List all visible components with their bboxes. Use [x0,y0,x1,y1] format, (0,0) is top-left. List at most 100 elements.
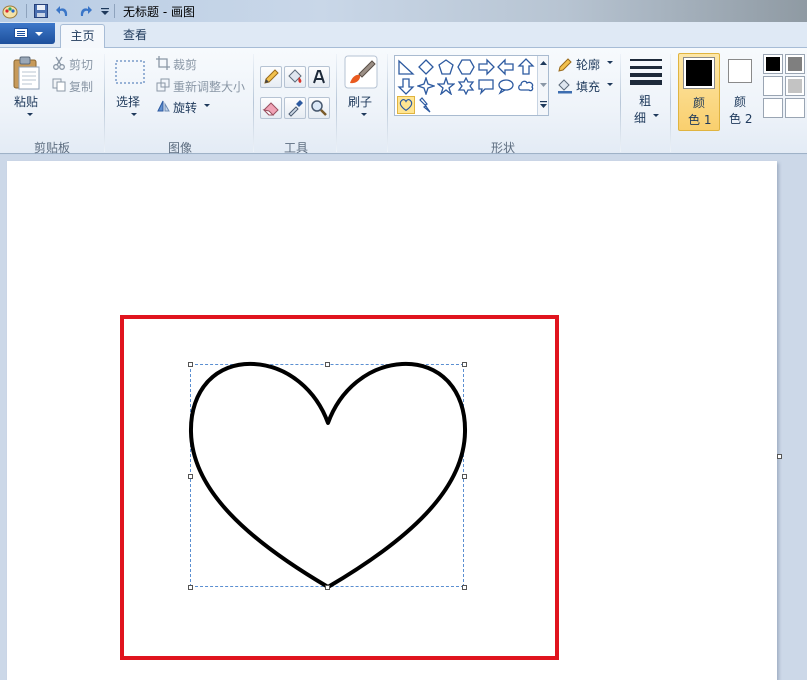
pencil-tool[interactable] [260,66,282,88]
tab-home[interactable]: 主页 [60,24,105,49]
resize-button[interactable]: 重新调整大小 [173,78,245,95]
palette-color[interactable] [763,54,783,74]
heart-shape[interactable] [188,360,468,592]
heart-shape-icon[interactable] [397,96,415,114]
fill-dropdown[interactable]: 填充 [576,78,600,95]
crop-icon[interactable] [156,56,170,70]
menu-icon [14,28,28,38]
crop-button[interactable]: 裁剪 [173,56,197,73]
select-button-label[interactable]: 选择 [116,93,140,110]
chevron-down-icon[interactable] [607,61,613,64]
selection-handle[interactable] [188,585,193,590]
redo-icon[interactable] [77,3,93,19]
rotate-icon[interactable] [156,99,170,113]
tab-view[interactable]: 查看 [112,24,158,49]
magnifier-tool[interactable] [308,97,330,119]
text-tool[interactable] [308,66,330,88]
divider [387,54,388,152]
eraser-tool[interactable] [260,97,282,119]
cloud-callout-icon[interactable] [517,77,535,95]
hexagon-icon[interactable] [457,58,475,76]
file-menu-button[interactable] [0,23,55,44]
paint-app-icon[interactable] [2,3,18,19]
right-arrow-icon[interactable] [477,58,495,76]
selection-handle[interactable] [325,362,330,367]
up-arrow-icon[interactable] [517,58,535,76]
copy-button[interactable]: 复制 [69,78,93,95]
color1-swatch-frame [683,57,715,89]
scissors-icon[interactable] [52,56,66,70]
pencil-icon [264,69,279,84]
size-label-2[interactable]: 细 [634,109,646,126]
oval-callout-icon[interactable] [497,77,515,95]
palette-color[interactable] [785,76,805,96]
down-arrow-icon[interactable] [397,77,415,95]
chevron-up-icon[interactable] [539,60,548,66]
outline-dropdown[interactable]: 轮廓 [576,56,600,73]
palette-color[interactable] [785,98,805,118]
left-arrow-icon[interactable] [497,58,515,76]
four-point-star-icon[interactable] [417,77,435,95]
diamond-icon[interactable] [417,58,435,76]
undo-icon[interactable] [55,3,71,19]
outline-pencil-icon[interactable] [557,57,573,73]
selection-handle[interactable] [462,585,467,590]
chevron-down-icon[interactable] [607,83,613,86]
divider [26,4,27,18]
right-triangle-icon[interactable] [397,58,415,76]
color2-swatch [731,62,749,80]
palette-color[interactable] [763,76,783,96]
chevron-down-icon[interactable] [539,82,548,88]
selection-handle[interactable] [188,474,193,479]
window-title: 无标题 - 画图 [123,5,195,19]
color-picker-tool[interactable] [284,97,306,119]
color1-swatch [686,60,712,86]
chevron-down-icon[interactable] [653,114,659,117]
divider [104,54,105,152]
pentagon-icon[interactable] [437,58,455,76]
save-icon[interactable] [33,3,49,19]
line-thickness-icon[interactable] [629,57,663,85]
group-label-image: 图像 [167,141,192,155]
palette-color[interactable] [785,54,805,74]
customize-toolbar-icon[interactable] [97,3,113,19]
expand-gallery-icon[interactable] [539,100,548,110]
selection-handle[interactable] [188,362,193,367]
color2-button[interactable]: 颜 色 2 [722,53,760,131]
color2-swatch-frame [728,59,752,83]
brush-icon[interactable] [344,55,378,89]
text-icon [313,70,325,84]
six-point-star-icon[interactable] [457,77,475,95]
divider [253,54,254,152]
eraser-icon [262,102,279,116]
resize-icon[interactable] [156,78,170,92]
color1-button[interactable]: 颜 色 1 [678,53,720,131]
magnifier-icon [311,100,327,116]
five-point-star-icon[interactable] [437,77,455,95]
lightning-icon[interactable] [417,96,435,114]
chevron-down-icon[interactable] [204,104,210,107]
palette-color[interactable] [763,98,783,118]
rotate-button[interactable]: 旋转 [173,99,197,116]
fill-bucket-icon[interactable] [557,78,573,94]
selection-handle[interactable] [462,362,467,367]
color2-label-2: 色 2 [729,112,753,126]
chevron-down-icon[interactable] [361,113,367,116]
cut-button[interactable]: 剪切 [69,56,93,73]
clipboard-paste-icon[interactable] [10,55,44,91]
chevron-down-icon[interactable] [131,113,137,116]
rect-callout-icon[interactable] [477,77,495,95]
color1-label-2: 色 1 [688,113,712,127]
paste-button-label[interactable]: 粘贴 [14,93,38,110]
shapes-scrollbar[interactable] [537,56,548,115]
group-label-clipboard: 剪贴板 [33,141,70,155]
brushes-button-label[interactable]: 刷子 [348,93,372,110]
canvas-resize-handle[interactable] [777,454,782,459]
selection-handle[interactable] [462,474,467,479]
copy-icon[interactable] [52,78,66,92]
selection-handle[interactable] [325,585,330,590]
size-label[interactable]: 粗 [639,92,651,109]
fill-tool[interactable] [284,66,306,88]
chevron-down-icon[interactable] [27,113,33,116]
select-rectangle-icon[interactable] [114,58,146,86]
